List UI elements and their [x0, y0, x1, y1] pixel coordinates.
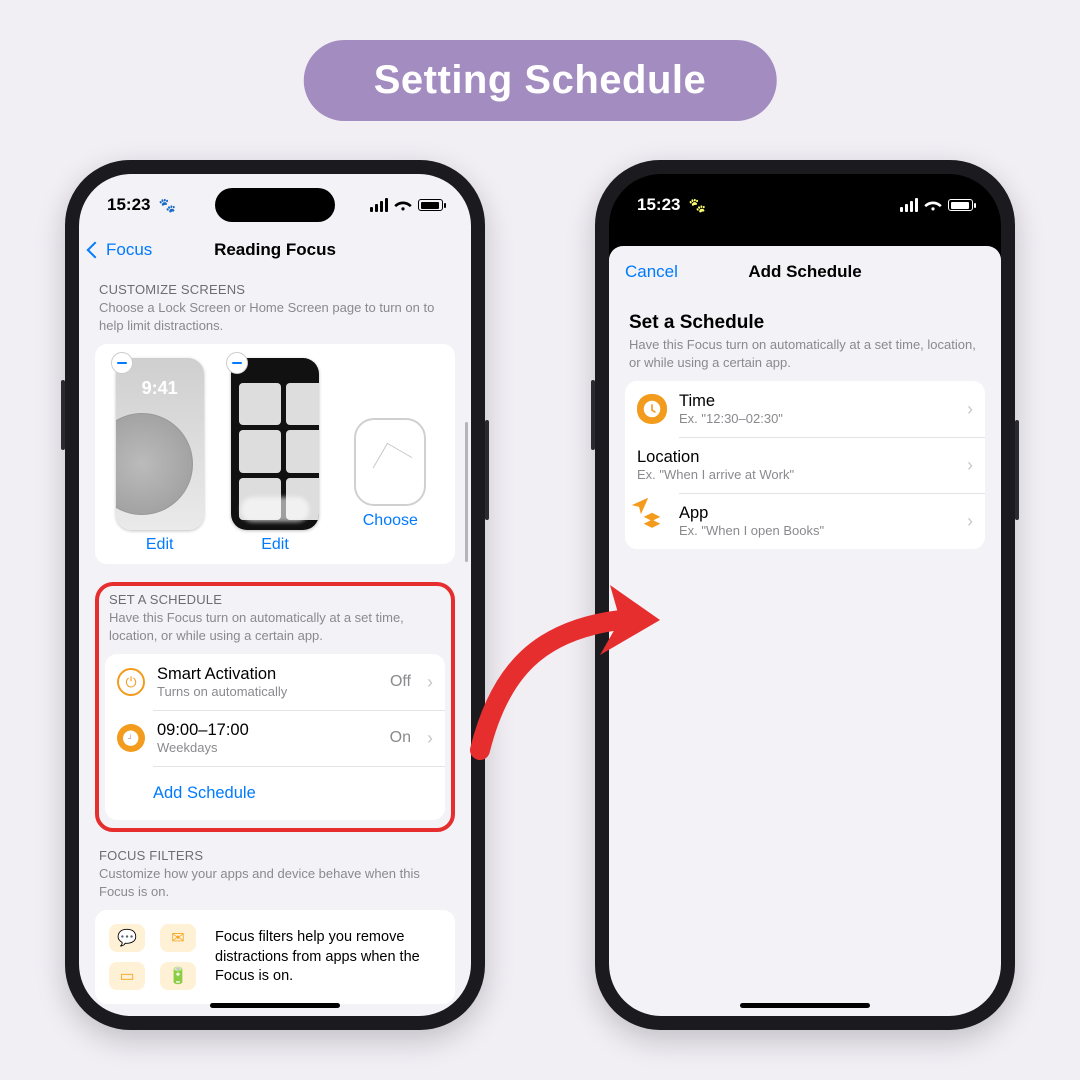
home-screen-preview[interactable]	[231, 358, 319, 530]
filters-desc: Customize how your apps and device behav…	[99, 865, 451, 900]
smart-value: Off	[390, 673, 411, 691]
home-screen-option[interactable]: Edit	[222, 358, 327, 554]
cancel-button[interactable]: Cancel	[625, 262, 678, 282]
clock-icon	[117, 724, 145, 752]
edit-lock-button[interactable]: Edit	[146, 536, 174, 554]
banner-title: Setting Schedule	[304, 40, 777, 121]
filters-card[interactable]: 💬 ✉︎ ▭ 🔋 Focus filters help you remove d…	[95, 910, 455, 1004]
screens-card: Edit Edit Choose	[95, 344, 455, 564]
dynamic-island	[215, 188, 335, 222]
paw-icon	[686, 195, 705, 215]
dynamic-island	[745, 188, 865, 222]
status-time: 15:23	[107, 195, 176, 215]
messages-icon: 💬	[109, 924, 145, 952]
scroll-indicator[interactable]	[465, 422, 468, 562]
chevron-right-icon: ›	[967, 511, 973, 532]
filter-app-icons: 💬 ✉︎ ▭ 🔋	[109, 924, 201, 990]
chevron-right-icon: ›	[427, 728, 433, 749]
cellular-icon	[370, 198, 388, 212]
schedule-highlight: SET A SCHEDULE Have this Focus turn on a…	[95, 582, 455, 832]
wifi-icon	[394, 198, 412, 212]
customize-desc: Choose a Lock Screen or Home Screen page…	[99, 299, 451, 334]
schedule-desc: Have this Focus turn on automatically at…	[109, 609, 441, 644]
set-schedule-desc: Have this Focus turn on automatically at…	[629, 336, 981, 371]
phone-left: 15:23 Focus Reading Focus CUSTOMIZE SCRE…	[65, 160, 485, 1030]
location-option-sub: Ex. "When I arrive at Work"	[637, 467, 951, 482]
app-option-row[interactable]: App Ex. "When I open Books" ›	[625, 493, 985, 549]
time-option-sub: Ex. "12:30–02:30"	[679, 411, 951, 426]
location-option-title: Location	[637, 448, 951, 467]
schedule-header: SET A SCHEDULE	[109, 592, 441, 607]
annotation-arrow	[460, 570, 680, 775]
status-time-text: 15:23	[107, 195, 150, 215]
battery-icon	[418, 199, 443, 211]
schedule-list: Smart Activation Turns on automatically …	[105, 654, 445, 820]
mail-icon: ✉︎	[160, 924, 196, 952]
power-icon	[117, 668, 145, 696]
time-schedule-row[interactable]: 09:00–17:00 Weekdays On ›	[105, 710, 445, 766]
location-option-row[interactable]: Location Ex. "When I arrive at Work" ›	[625, 437, 985, 493]
lock-screen-preview[interactable]	[116, 358, 204, 530]
home-indicator[interactable]	[210, 1003, 340, 1008]
time-value: On	[390, 729, 411, 747]
location-arrow-icon	[625, 491, 655, 521]
content-area[interactable]: CUSTOMIZE SCREENS Choose a Lock Screen o…	[79, 272, 471, 1016]
cellular-icon	[900, 198, 918, 212]
back-label: Focus	[106, 240, 152, 260]
status-time-text: 15:23	[637, 195, 680, 215]
status-icons	[900, 198, 973, 212]
time-option-row[interactable]: Time Ex. "12:30–02:30" ›	[625, 381, 985, 437]
battery-icon	[948, 199, 973, 211]
sheet-nav: Cancel Add Schedule	[609, 246, 1001, 298]
remove-lock-icon[interactable]	[111, 352, 133, 374]
filters-header: FOCUS FILTERS	[99, 848, 451, 863]
paw-icon	[156, 195, 175, 215]
app-option-sub: Ex. "When I open Books"	[679, 523, 951, 538]
chevron-right-icon: ›	[427, 672, 433, 693]
status-time: 15:23	[637, 195, 706, 215]
screen-left: 15:23 Focus Reading Focus CUSTOMIZE SCRE…	[79, 174, 471, 1016]
clock-icon	[637, 394, 667, 424]
time-sub: Weekdays	[157, 740, 378, 755]
nav-bar: Focus Reading Focus	[79, 228, 471, 272]
chevron-right-icon: ›	[967, 399, 973, 420]
back-button[interactable]: Focus	[89, 240, 152, 260]
time-title: 09:00–17:00	[157, 721, 378, 740]
customize-header: CUSTOMIZE SCREENS	[99, 282, 451, 297]
set-schedule-header: Set a Schedule	[629, 312, 981, 334]
add-schedule-label: Add Schedule	[117, 784, 256, 803]
page-title: Reading Focus	[214, 240, 336, 260]
edit-home-button[interactable]: Edit	[261, 536, 289, 554]
choose-watch-button[interactable]: Choose	[363, 512, 418, 530]
add-schedule-row[interactable]: Add Schedule	[105, 766, 445, 820]
calendar-icon: ▭	[109, 962, 145, 990]
chevron-right-icon: ›	[967, 455, 973, 476]
filters-blurb: Focus filters help you remove distractio…	[215, 928, 441, 987]
sheet-content[interactable]: Set a Schedule Have this Focus turn on a…	[609, 298, 1001, 553]
watch-preview[interactable]	[354, 418, 426, 506]
wifi-icon	[924, 198, 942, 212]
smart-sub: Turns on automatically	[157, 684, 378, 699]
home-indicator[interactable]	[740, 1003, 870, 1008]
schedule-options-list: Time Ex. "12:30–02:30" › Location Ex. "W…	[625, 381, 985, 549]
status-icons	[370, 198, 443, 212]
app-option-title: App	[679, 504, 951, 523]
sheet-title: Add Schedule	[748, 262, 861, 282]
smart-activation-row[interactable]: Smart Activation Turns on automatically …	[105, 654, 445, 710]
watch-option[interactable]: Choose	[338, 358, 443, 554]
lock-screen-option[interactable]: Edit	[107, 358, 212, 554]
battery-filter-icon: 🔋	[160, 962, 196, 990]
time-option-title: Time	[679, 392, 951, 411]
smart-title: Smart Activation	[157, 665, 378, 684]
